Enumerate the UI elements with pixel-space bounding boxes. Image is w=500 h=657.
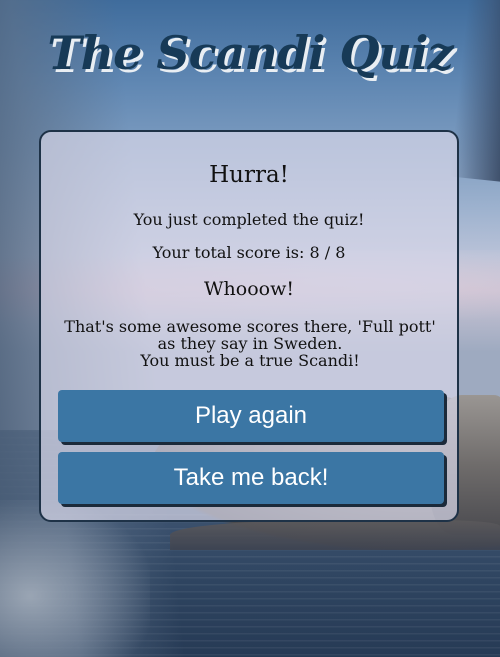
message-line: That's some awesome scores there, 'Full … — [64, 317, 436, 336]
message-line: as they say in Sweden. — [157, 334, 343, 353]
score-value: 8 / 8 — [309, 243, 346, 262]
reaction-text: Whooow! — [204, 278, 294, 300]
shoreline — [170, 520, 500, 550]
result-message: That's some awesome scores there, 'Full … — [51, 318, 449, 369]
result-card: Hurra! You just completed the quiz! Your… — [39, 130, 459, 522]
blurred-foreground-bottom — [0, 500, 150, 657]
take-me-back-button[interactable]: Take me back! — [58, 452, 444, 504]
score-line: Your total score is: 8 / 8 — [41, 243, 457, 262]
result-heading: Hurra! — [209, 162, 289, 188]
completed-text: You just completed the quiz! — [133, 210, 365, 229]
score-label: Your total score is: — [152, 243, 305, 262]
page-title: The Scandi Quiz — [47, 26, 453, 80]
play-again-button[interactable]: Play again — [58, 390, 444, 442]
message-line: You must be a true Scandi! — [140, 351, 360, 370]
